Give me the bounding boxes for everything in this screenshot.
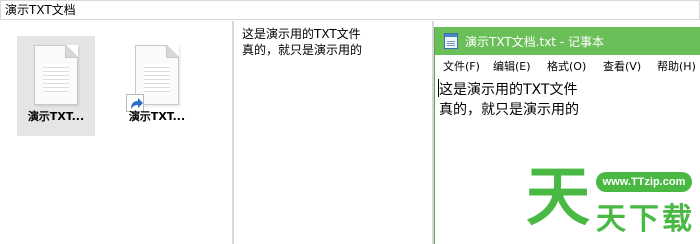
- site-watermark: 天 www.TTzip.com 天下载: [524, 162, 700, 244]
- file-item-txt[interactable]: 演示TXT...: [17, 36, 95, 136]
- watermark-url: www.TTzip.com: [596, 172, 692, 192]
- watermark-brand: 天下载: [596, 202, 695, 237]
- menu-edit[interactable]: 编辑(E): [493, 58, 531, 74]
- file-label: 演示TXT...: [128, 110, 186, 123]
- file-item-txt-shortcut[interactable]: 演示TXT...: [118, 36, 196, 136]
- notepad-icon: [444, 33, 458, 49]
- watermark-logo: 天: [526, 161, 590, 235]
- menu-bar: 文件(F) 编辑(E) 格式(O) 查看(V) 帮助(H): [435, 55, 700, 75]
- preview-pane: 这是演示用的TXT文件 真的，就只是演示用的: [234, 21, 432, 244]
- menu-help[interactable]: 帮助(H): [657, 58, 696, 74]
- address-bar-text: 演示TXT文档: [5, 3, 76, 17]
- menu-format[interactable]: 格式(O): [547, 58, 586, 74]
- file-list-pane: 演示TXT... 演示TXT...: [0, 21, 232, 244]
- notepad-titlebar[interactable]: 演示TXT文档.txt - 记事本: [435, 27, 700, 55]
- editor-line: 真的，就只是演示用的: [439, 102, 579, 118]
- editor-line: 这是演示用的TXT文件: [439, 82, 578, 98]
- menu-view[interactable]: 查看(V): [603, 58, 641, 74]
- menu-file[interactable]: 文件(F): [443, 58, 480, 74]
- preview-line: 真的，就只是演示用的: [242, 43, 363, 57]
- preview-line: 这是演示用的TXT文件: [242, 27, 361, 41]
- window-title: 演示TXT文档.txt - 记事本: [465, 35, 604, 49]
- text-document-icon: [34, 45, 78, 105]
- address-bar[interactable]: 演示TXT文档: [0, 0, 700, 20]
- file-label: 演示TXT...: [27, 110, 85, 123]
